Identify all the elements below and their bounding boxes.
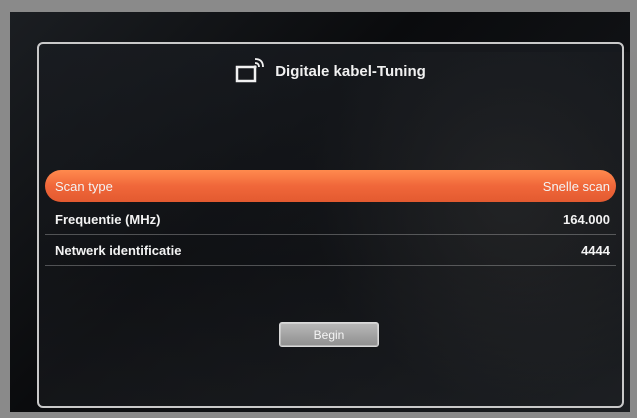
scan-type-label: Scan type <box>55 178 113 194</box>
tv-screen: Digitale kabel-Tuning Scan type Snelle s… <box>10 12 637 412</box>
settings-list: Scan type Snelle scan Frequentie (MHz) 1… <box>45 170 616 266</box>
tv-antenna-icon <box>235 58 265 84</box>
dialog-header: Digitale kabel-Tuning <box>39 56 622 86</box>
network-id-label: Netwerk identificatie <box>55 242 182 258</box>
frequency-value: 164.000 <box>563 211 610 227</box>
dialog-title: Digitale kabel-Tuning <box>275 62 426 80</box>
network-id-value: 4444 <box>581 242 610 258</box>
frequency-label: Frequentie (MHz) <box>55 211 161 227</box>
scan-type-value: Snelle scan <box>542 178 610 194</box>
tuning-dialog: Digitale kabel-Tuning Scan type Snelle s… <box>37 42 624 408</box>
frequency-row[interactable]: Frequentie (MHz) 164.000 <box>45 204 616 235</box>
network-id-row[interactable]: Netwerk identificatie 4444 <box>45 235 616 266</box>
begin-button[interactable]: Begin <box>279 322 379 347</box>
scan-type-row[interactable]: Scan type Snelle scan <box>45 170 616 202</box>
